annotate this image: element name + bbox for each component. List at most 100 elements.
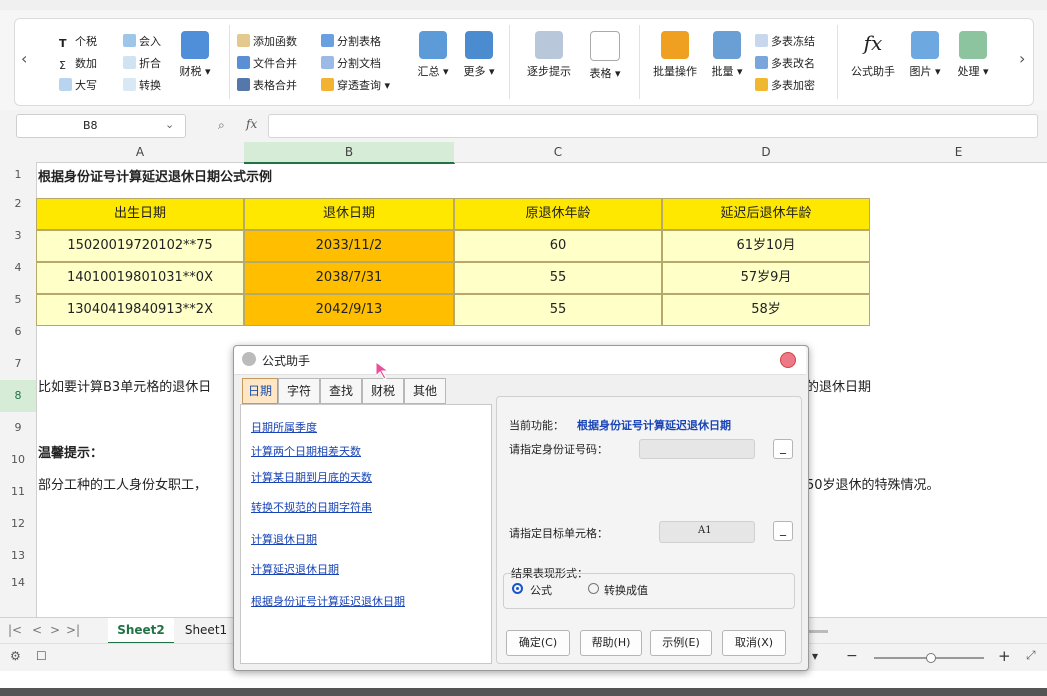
table-cell[interactable]: 13040419840913**2X bbox=[36, 294, 244, 326]
tab-finance[interactable]: 财税 bbox=[362, 378, 404, 404]
row-header[interactable]: 12 bbox=[0, 508, 37, 541]
radio-value-icon[interactable] bbox=[588, 583, 599, 594]
column-header-e[interactable]: E bbox=[870, 142, 1047, 163]
table-cell[interactable]: 2038/7/31 bbox=[244, 262, 454, 294]
sheet-tab-active[interactable]: Sheet2 bbox=[108, 618, 174, 644]
first-sheet-icon[interactable]: |< bbox=[8, 623, 22, 637]
multi-encrypt-button[interactable]: 多表加密 bbox=[755, 77, 815, 93]
function-link[interactable]: 转换不规范的日期字符串 bbox=[251, 499, 372, 515]
tab-other[interactable]: 其他 bbox=[404, 378, 446, 404]
row10-text-left[interactable]: 部分工种的工人身份女职工， bbox=[38, 474, 207, 493]
function-link[interactable]: 根据身份证号计算延迟退休日期 bbox=[251, 593, 405, 609]
summary-button[interactable]: 汇总 ▾ bbox=[413, 31, 453, 79]
dialog-titlebar[interactable]: 公式助手 bbox=[234, 346, 806, 375]
formula-input[interactable] bbox=[268, 114, 1038, 138]
step-hint-button[interactable]: 逐步提示 bbox=[521, 31, 577, 79]
table-cell[interactable]: 61岁10月 bbox=[662, 230, 870, 262]
convert-button[interactable]: 转换 bbox=[123, 77, 161, 93]
row-header[interactable]: 2 bbox=[0, 188, 37, 221]
cancel-button[interactable]: 取消(X) bbox=[722, 630, 786, 656]
ribbon-scroll-left-icon[interactable]: ‹ bbox=[21, 49, 27, 68]
ribbon-scroll-right-icon[interactable]: › bbox=[1019, 49, 1025, 68]
table-cell[interactable]: 2033/11/2 bbox=[244, 230, 454, 262]
prev-sheet-icon[interactable]: < bbox=[32, 623, 42, 637]
split-table-button[interactable]: 分割表格 bbox=[321, 33, 381, 49]
row-header[interactable]: 11 bbox=[0, 476, 37, 509]
id-number-input[interactable] bbox=[639, 439, 755, 459]
tax-button[interactable]: T 个税 bbox=[59, 33, 97, 50]
tab-text[interactable]: 字符 bbox=[278, 378, 320, 404]
sheet-tab[interactable]: Sheet1 bbox=[180, 618, 232, 642]
uppercase-button[interactable]: 大写 bbox=[59, 77, 97, 93]
formula-assistant-button[interactable]: fx 公式助手 bbox=[845, 31, 901, 79]
tips-heading[interactable]: 温馨提示： bbox=[38, 442, 103, 461]
row7-text-left[interactable]: 比如要计算B3单元格的退休日 bbox=[38, 376, 211, 395]
help-button[interactable]: 帮助(H) bbox=[580, 630, 642, 656]
next-sheet-icon[interactable]: > bbox=[50, 623, 60, 637]
row-header[interactable]: 8 bbox=[0, 380, 37, 413]
row-header[interactable]: 1 bbox=[0, 162, 37, 189]
function-link[interactable]: 计算退休日期 bbox=[251, 531, 317, 547]
table-cell[interactable]: 55 bbox=[454, 262, 662, 294]
zoom-slider-thumb[interactable] bbox=[926, 653, 936, 663]
column-header-c[interactable]: C bbox=[454, 142, 663, 163]
radio-formula-selected-icon[interactable] bbox=[512, 583, 523, 594]
macro-icon[interactable]: ⚙ bbox=[10, 649, 21, 663]
last-sheet-icon[interactable]: >| bbox=[66, 623, 80, 637]
sheet-title[interactable]: 根据身份证号计算延迟退休日期公式示例 bbox=[38, 166, 272, 185]
multi-freeze-button[interactable]: 多表冻结 bbox=[755, 33, 815, 49]
target-cell-input[interactable]: A1 bbox=[659, 521, 755, 543]
chevron-down-icon[interactable]: ⌄ bbox=[165, 118, 174, 131]
add-button[interactable]: Σ 数加 bbox=[59, 55, 97, 72]
picture-button[interactable]: 图片 ▾ bbox=[905, 31, 945, 79]
fullscreen-icon[interactable]: ⤢ bbox=[1026, 648, 1036, 663]
table-cell[interactable]: 2042/9/13 bbox=[244, 294, 454, 326]
table-cell[interactable]: 60 bbox=[454, 230, 662, 262]
table-cell[interactable]: 55 bbox=[454, 294, 662, 326]
tab-date[interactable]: 日期 bbox=[242, 378, 278, 404]
row-header[interactable]: 13 bbox=[0, 540, 37, 573]
example-button[interactable]: 示例(E) bbox=[650, 630, 712, 656]
discount-button[interactable]: 折合 bbox=[123, 55, 161, 71]
radio-value-label[interactable]: 转换成值 bbox=[604, 582, 648, 598]
radio-formula-label[interactable]: 公式 bbox=[530, 582, 552, 598]
drill-query-button[interactable]: 穿透查询 ▾ bbox=[321, 77, 390, 93]
tab-lookup[interactable]: 查找 bbox=[320, 378, 362, 404]
batch-button[interactable]: 批量 ▾ bbox=[705, 31, 749, 79]
process-button[interactable]: 处理 ▾ bbox=[951, 31, 995, 79]
zoom-in-icon[interactable]: + bbox=[998, 647, 1011, 665]
table-header-cell[interactable]: 出生日期 bbox=[36, 198, 244, 230]
row-header[interactable]: 9 bbox=[0, 412, 37, 445]
table-cell[interactable]: 58岁 bbox=[662, 294, 870, 326]
table-header-cell[interactable]: 原退休年龄 bbox=[454, 198, 662, 230]
table-cell[interactable]: 15020019720102**75 bbox=[36, 230, 244, 262]
close-icon[interactable] bbox=[780, 352, 796, 368]
table-cell[interactable]: 14010019801031**0X bbox=[36, 262, 244, 294]
row-header[interactable]: 3 bbox=[0, 220, 37, 253]
function-link[interactable]: 计算延迟退休日期 bbox=[251, 561, 339, 577]
zoom-dropdown-icon[interactable]: ▾ bbox=[812, 649, 818, 663]
table-merge-button[interactable]: 表格合并 bbox=[237, 77, 297, 93]
split-document-button[interactable]: 分割文档 bbox=[321, 55, 381, 71]
merge-in-button[interactable]: 会入 bbox=[123, 33, 161, 49]
batch-operation-button[interactable]: 批量操作 bbox=[647, 31, 703, 79]
multi-rename-button[interactable]: 多表改名 bbox=[755, 55, 815, 71]
zoom-icon[interactable]: ⌕ bbox=[218, 118, 225, 133]
row-header[interactable]: 7 bbox=[0, 348, 37, 381]
select-all-corner[interactable] bbox=[0, 142, 37, 163]
finance-tax-button[interactable]: 财税 ▾ bbox=[173, 31, 217, 79]
column-header-d[interactable]: D bbox=[662, 142, 871, 163]
function-link[interactable]: 日期所属季度 bbox=[251, 419, 317, 435]
file-merge-button[interactable]: 文件合并 bbox=[237, 55, 297, 71]
row10-text-right[interactable]: 50岁退休的特殊情况。 bbox=[806, 474, 940, 493]
add-function-button[interactable]: 添加函数 bbox=[237, 33, 297, 49]
row-header[interactable]: 10 bbox=[0, 444, 37, 477]
table-header-cell[interactable]: 退休日期 bbox=[244, 198, 454, 230]
sheet-view-icon[interactable]: ☐ bbox=[36, 649, 47, 663]
ok-button[interactable]: 确定(C) bbox=[506, 630, 570, 656]
zoom-out-icon[interactable]: − bbox=[846, 648, 858, 664]
id-number-select-button[interactable]: _ bbox=[773, 439, 793, 459]
row7-text-right[interactable]: 的退休日期 bbox=[806, 376, 871, 395]
table-button[interactable]: 表格 ▾ bbox=[583, 31, 627, 81]
row-header[interactable]: 6 bbox=[0, 316, 37, 349]
